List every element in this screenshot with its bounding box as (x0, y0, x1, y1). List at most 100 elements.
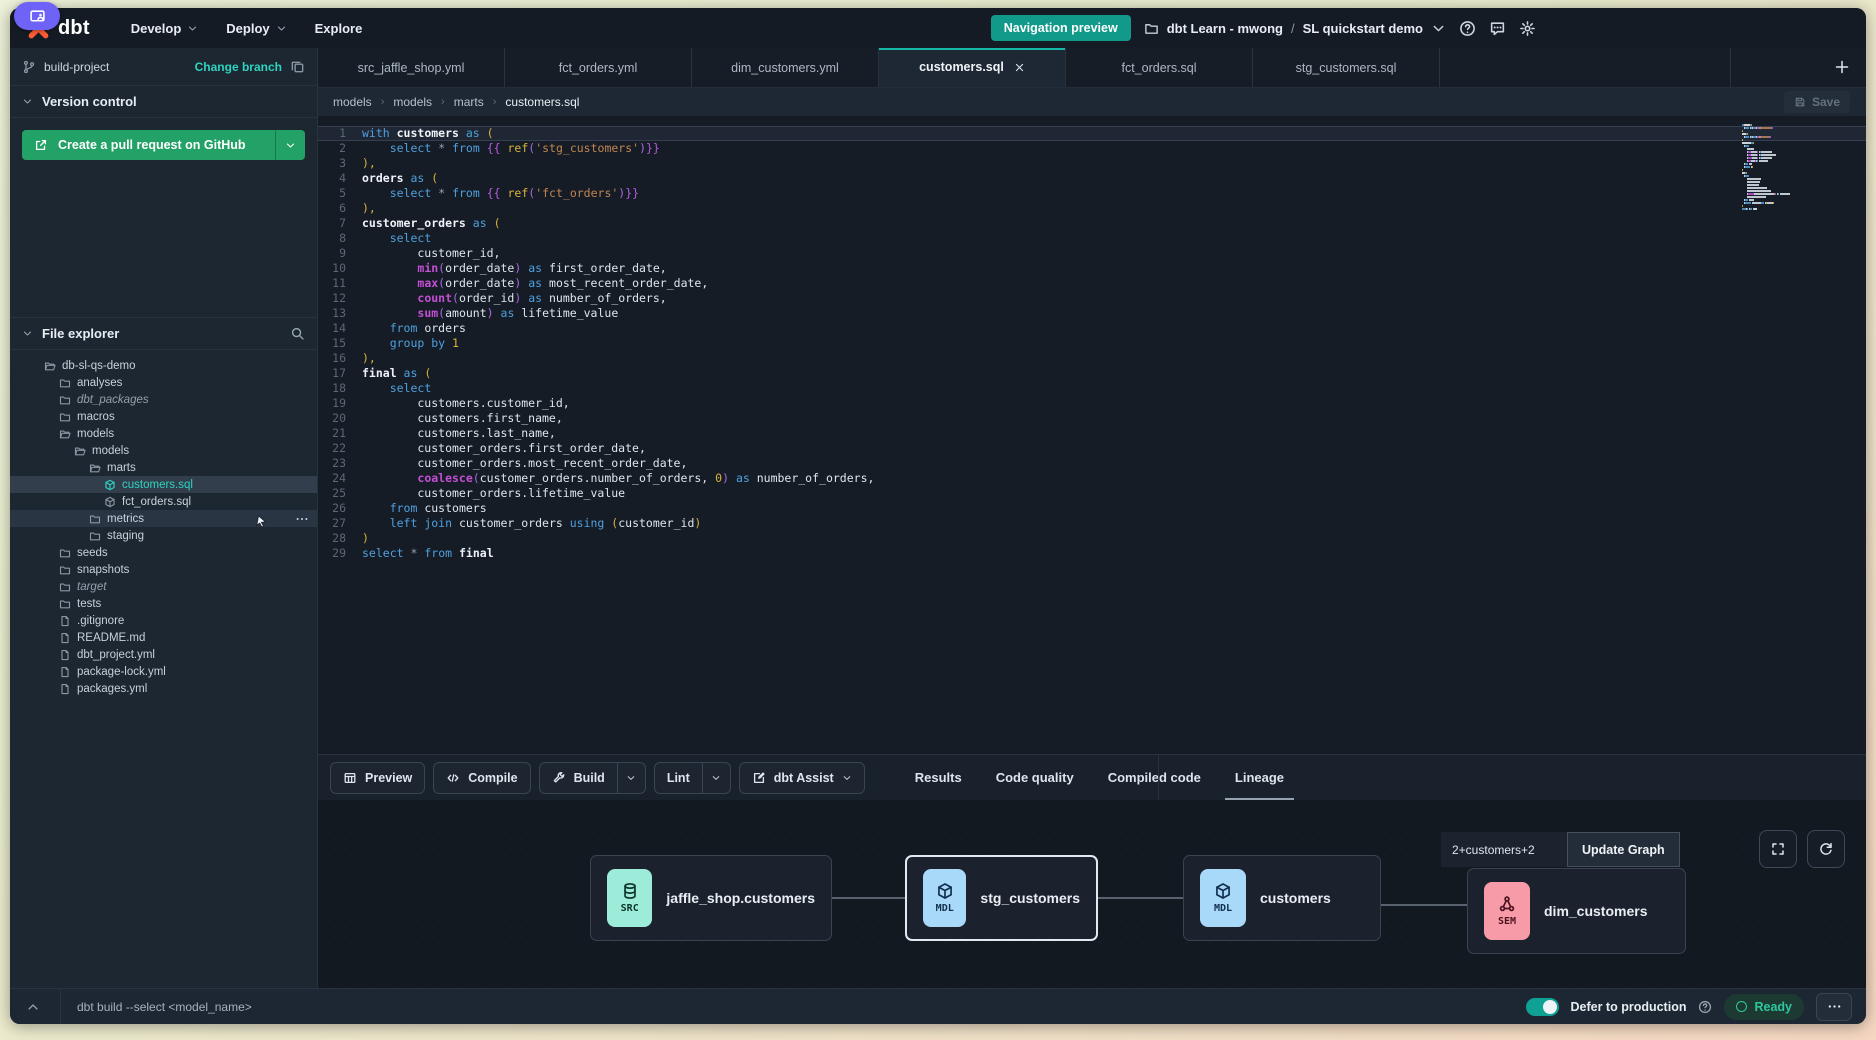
feedback-icon[interactable] (1489, 20, 1506, 37)
new-tab-button[interactable] (1834, 59, 1850, 75)
tab-customers.sql[interactable]: customers.sql (879, 48, 1066, 87)
code-line[interactable]: 17final as ( (318, 366, 1866, 381)
breadcrumb-item[interactable]: models (333, 95, 372, 109)
tree-item-README.md[interactable]: README.md (10, 629, 317, 646)
tree-item-snapshots[interactable]: snapshots (10, 561, 317, 578)
row-options-icon[interactable] (295, 512, 309, 526)
action-button-build[interactable]: Build (539, 762, 646, 794)
save-button[interactable]: Save (1784, 91, 1850, 113)
code-line[interactable]: 12 count(order_id) as number_of_orders, (318, 291, 1866, 306)
tree-item-metrics[interactable]: metrics (10, 510, 317, 527)
code-line[interactable]: 15 group by 1 (318, 336, 1866, 351)
code-line[interactable]: 29select * from final (318, 546, 1866, 561)
lineage-node-customers[interactable]: MDLcustomers (1183, 855, 1381, 941)
defer-toggle[interactable] (1526, 998, 1559, 1016)
lineage-search-input[interactable]: 2+customers+2 (1441, 832, 1567, 867)
code-line[interactable]: 28) (318, 531, 1866, 546)
tree-item-models[interactable]: models (10, 425, 317, 442)
tree-item-customers.sql[interactable]: customers.sql (10, 476, 317, 493)
code-line[interactable]: 3), (318, 156, 1866, 171)
tab-lineage[interactable]: Lineage (1233, 755, 1286, 800)
tree-item-staging[interactable]: staging (10, 527, 317, 544)
menu-deploy[interactable]: Deploy (215, 15, 297, 42)
code-line[interactable]: 13 sum(amount) as lifetime_value (318, 306, 1866, 321)
tree-item-marts[interactable]: marts (10, 459, 317, 476)
menu-develop[interactable]: Develop (120, 15, 210, 42)
update-graph-button[interactable]: Update Graph (1567, 832, 1680, 867)
action-button-preview[interactable]: Preview (330, 762, 425, 794)
tab-fct_orders.yml[interactable]: fct_orders.yml (505, 48, 692, 87)
code-line[interactable]: 11 max(order_date) as most_recent_order_… (318, 276, 1866, 291)
navigation-preview-button[interactable]: Navigation preview (991, 15, 1131, 41)
code-line[interactable]: 27 left join customer_orders using (cust… (318, 516, 1866, 531)
code-line[interactable]: 22 customer_orders.first_order_date, (318, 441, 1866, 456)
tree-item-dbt_packages[interactable]: dbt_packages (10, 391, 317, 408)
lineage-node-dim_customers[interactable]: SEMdim_customers (1467, 868, 1686, 954)
breadcrumb-item[interactable]: models (393, 95, 432, 109)
help-icon[interactable] (1459, 20, 1476, 37)
editor-minimap[interactable] (1742, 124, 1800, 211)
code-line[interactable]: 24 coalesce(customer_orders.number_of_or… (318, 471, 1866, 486)
tree-item-db-sl-qs-demo[interactable]: db-sl-qs-demo (10, 357, 317, 374)
tree-item-package-lock.yml[interactable]: package-lock.yml (10, 663, 317, 680)
action-button-dropdown[interactable] (703, 763, 730, 793)
code-line[interactable]: 2 select * from {{ ref('stg_customers')}… (318, 141, 1866, 156)
code-line[interactable]: 8 select (318, 231, 1866, 246)
tree-item-.gitignore[interactable]: .gitignore (10, 612, 317, 629)
code-line[interactable]: 7customer_orders as ( (318, 216, 1866, 231)
action-button-dropdown[interactable] (618, 763, 645, 793)
tab-stg_customers.sql[interactable]: stg_customers.sql (1253, 48, 1440, 87)
copy-icon[interactable] (290, 59, 305, 74)
question-circle-icon[interactable] (1698, 1000, 1712, 1014)
code-line[interactable]: 5 select * from {{ ref('fct_orders')}} (318, 186, 1866, 201)
refresh-button[interactable] (1807, 830, 1845, 868)
tab-src_jaffle_shop.yml[interactable]: src_jaffle_shop.yml (318, 48, 505, 87)
action-button-main[interactable]: dbt Assist (740, 763, 864, 793)
change-branch-link[interactable]: Change branch (195, 60, 282, 74)
code-line[interactable]: 23 customer_orders.most_recent_order_dat… (318, 456, 1866, 471)
create-pr-dropdown[interactable] (275, 130, 305, 160)
tab-fct_orders.sql[interactable]: fct_orders.sql (1066, 48, 1253, 87)
code-line[interactable]: 1with customers as ( (318, 126, 1866, 141)
code-line[interactable]: 25 customer_orders.lifetime_value (318, 486, 1866, 501)
code-editor[interactable]: 1with customers as (2 select * from {{ r… (318, 116, 1866, 754)
breadcrumb-item[interactable]: customers.sql (505, 95, 579, 109)
tree-item-packages.yml[interactable]: packages.yml (10, 680, 317, 697)
tree-item-models[interactable]: models (10, 442, 317, 459)
code-line[interactable]: 16), (318, 351, 1866, 366)
tab-code-quality[interactable]: Code quality (994, 755, 1076, 800)
lineage-node-stg_customers[interactable]: MDLstg_customers (905, 855, 1098, 941)
account-switcher[interactable]: dbt Learn - mwong / SL quickstart demo (1144, 21, 1446, 36)
tree-item-analyses[interactable]: analyses (10, 374, 317, 391)
fullscreen-button[interactable] (1759, 830, 1797, 868)
action-button-main[interactable]: Lint (655, 763, 702, 793)
action-button-main[interactable]: Build (540, 763, 617, 793)
code-line[interactable]: 6), (318, 201, 1866, 216)
tree-item-dbt_project.yml[interactable]: dbt_project.yml (10, 646, 317, 663)
settings-gear-icon[interactable] (1519, 20, 1536, 37)
menu-explore[interactable]: Explore (304, 15, 374, 42)
code-line[interactable]: 9 customer_id, (318, 246, 1866, 261)
action-button-dbt-assist[interactable]: dbt Assist (739, 762, 865, 794)
code-line[interactable]: 26 from customers (318, 501, 1866, 516)
code-line[interactable]: 14 from orders (318, 321, 1866, 336)
file-explorer-header[interactable]: File explorer (10, 317, 317, 350)
code-line[interactable]: 20 customers.first_name, (318, 411, 1866, 426)
action-button-compile[interactable]: Compile (433, 762, 530, 794)
code-line[interactable]: 19 customers.customer_id, (318, 396, 1866, 411)
command-input[interactable]: dbt build --select <model_name> (77, 1000, 252, 1014)
lineage-node-jaffle_shop.customers[interactable]: SRCjaffle_shop.customers (590, 855, 832, 941)
code-line[interactable]: 4orders as ( (318, 171, 1866, 186)
action-button-lint[interactable]: Lint (654, 762, 731, 794)
search-icon[interactable] (290, 326, 305, 341)
tree-item-fct_orders.sql[interactable]: fct_orders.sql (10, 493, 317, 510)
create-pr-button[interactable]: Create a pull request on GitHub (22, 130, 305, 160)
more-options-button[interactable] (1816, 993, 1852, 1021)
tab-results[interactable]: Results (913, 755, 964, 800)
code-line[interactable]: 10 min(order_date) as first_order_date, (318, 261, 1866, 276)
tab-compiled-code[interactable]: Compiled code (1106, 755, 1203, 800)
tree-item-seeds[interactable]: seeds (10, 544, 317, 561)
breadcrumb-item[interactable]: marts (454, 95, 484, 109)
tree-item-tests[interactable]: tests (10, 595, 317, 612)
tree-item-macros[interactable]: macros (10, 408, 317, 425)
